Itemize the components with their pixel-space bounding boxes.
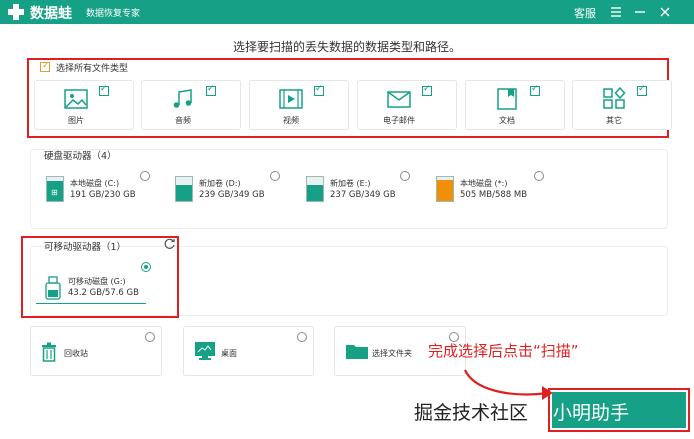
removable-drive-radio[interactable]	[141, 262, 151, 272]
drive-name: 新加卷 (E:)	[330, 179, 371, 188]
refresh-icon[interactable]	[163, 237, 176, 250]
select-all-checkbox[interactable]: ✓	[40, 61, 50, 72]
folder-icon	[346, 345, 368, 359]
close-icon[interactable]	[657, 4, 673, 20]
file-type-other[interactable]: ✓ 其它	[572, 80, 672, 130]
watermark: 掘金技术社区@ 小明助手	[414, 398, 629, 425]
location-desktop[interactable]: 桌面	[183, 326, 314, 376]
document-icon	[497, 88, 517, 110]
audio-checkbox[interactable]: ✓	[206, 84, 216, 96]
annotation-text: 完成选择后点击“扫描”	[428, 342, 579, 360]
drive-size: 237 GB/349 GB	[330, 190, 396, 200]
removable-drives-title: 可移动驱动器（1）	[44, 242, 127, 253]
watermark-prefix: 掘金技术社区	[414, 402, 529, 424]
file-type-audio[interactable]: ✓ 音频	[141, 80, 241, 130]
desktop-icon	[195, 342, 215, 360]
location-label: 回收站	[64, 349, 88, 358]
other-icon	[603, 87, 626, 109]
file-type-email[interactable]: ✓ 电子邮件	[357, 80, 457, 130]
file-type-label: 音频	[175, 116, 191, 125]
file-type-document[interactable]: ✓ 文档	[465, 80, 565, 130]
video-icon	[279, 89, 303, 109]
menu-icon[interactable]	[608, 4, 624, 20]
drive-icon: ⊞	[46, 176, 64, 202]
hard-drives-panel	[30, 149, 668, 229]
location-radio[interactable]	[297, 332, 307, 342]
drive-size: 191 GB/230 GB	[70, 190, 136, 200]
drive-name: 新加卷 (D:)	[199, 179, 241, 188]
video-checkbox[interactable]: ✓	[314, 84, 324, 96]
minimize-icon[interactable]	[632, 4, 648, 20]
usb-drive-icon	[45, 276, 61, 300]
file-type-image[interactable]: ✓ 图片	[34, 80, 134, 130]
file-type-video[interactable]: ✓ 视频	[249, 80, 349, 130]
location-label: 桌面	[221, 349, 237, 358]
music-icon	[173, 89, 192, 108]
customer-service-button[interactable]: 客服	[574, 5, 596, 21]
email-icon	[387, 91, 411, 108]
hard-drives-title: 硬盘驱动器（4）	[44, 151, 117, 162]
file-type-label: 文档	[499, 116, 515, 125]
select-all-label: 选择所有文件类型	[56, 64, 129, 74]
file-type-label: 视频	[283, 116, 299, 125]
watermark-user: @ 小明助手	[528, 402, 630, 424]
drive-radio[interactable]	[270, 171, 280, 181]
app-logo-icon	[8, 4, 24, 20]
drive-radio[interactable]	[534, 171, 544, 181]
file-type-label: 电子邮件	[383, 116, 415, 125]
location-radio[interactable]	[145, 332, 155, 342]
drive-icon	[175, 176, 193, 202]
drive-icon	[306, 176, 324, 202]
file-type-label: 其它	[606, 116, 622, 125]
app-subtitle: 数据恢复专家	[86, 9, 141, 19]
file-type-label: 图片	[68, 116, 84, 125]
drive-size: 43.2 GB/57.6 GB	[68, 288, 139, 298]
page-heading: 选择要扫描的丢失数据的数据类型和路径。	[232, 40, 461, 54]
drive-size: 505 MB/588 MB	[460, 190, 528, 200]
app-name: 数据蛙	[30, 6, 72, 22]
image-icon	[64, 89, 88, 109]
email-checkbox[interactable]: ✓	[422, 84, 432, 96]
drive-name: 本地磁盘 (*:)	[460, 179, 508, 188]
image-checkbox[interactable]: ✓	[99, 84, 109, 96]
drive-radio[interactable]	[140, 171, 150, 181]
title-bar: 数据蛙 数据恢复专家 客服	[0, 0, 694, 24]
other-checkbox[interactable]: ✓	[637, 84, 647, 96]
drive-radio[interactable]	[400, 171, 410, 181]
drive-size: 239 GB/349 GB	[199, 190, 265, 200]
drive-name: 本地磁盘 (C:)	[70, 179, 120, 188]
drive-icon	[436, 176, 454, 202]
location-label: 选择文件夹	[372, 349, 412, 358]
recycle-bin-icon	[42, 342, 56, 362]
location-recycle-bin[interactable]: 回收站	[30, 326, 162, 376]
document-checkbox[interactable]: ✓	[530, 84, 540, 96]
drive-name: 可移动磁盘 (G:)	[68, 277, 126, 286]
